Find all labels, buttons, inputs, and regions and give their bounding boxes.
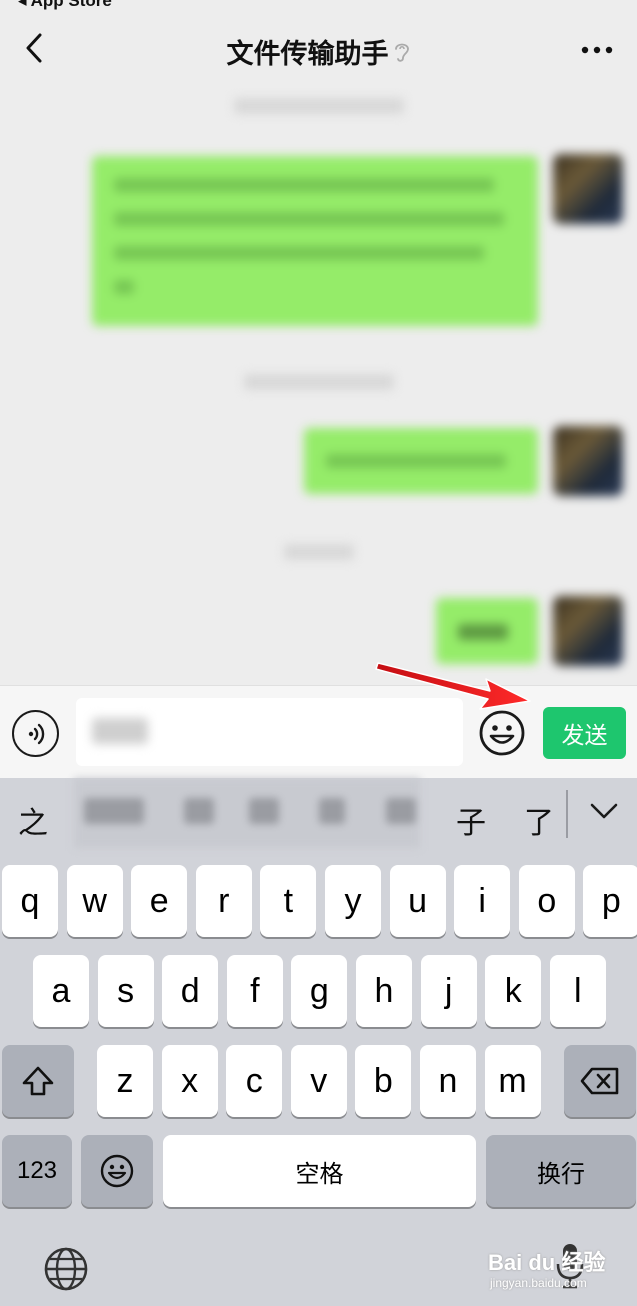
key-c[interactable]: c	[226, 1045, 283, 1117]
candidate-word[interactable]: 之	[18, 798, 48, 842]
ellipsis-icon	[581, 46, 613, 54]
emoji-icon	[100, 1154, 134, 1188]
key-i[interactable]: i	[454, 865, 511, 937]
message-bubble[interactable]	[92, 156, 538, 326]
key-q[interactable]: q	[2, 865, 58, 937]
navigation-bar: 文件传输助手	[0, 10, 637, 88]
timestamp	[0, 374, 637, 393]
key-j[interactable]: j	[420, 955, 477, 1027]
key-r[interactable]: r	[195, 865, 252, 937]
candidate-bar: 之 子 了	[0, 778, 637, 848]
key-x[interactable]: x	[161, 1045, 218, 1117]
key-o[interactable]: o	[518, 865, 575, 937]
blurred-messages	[0, 88, 637, 685]
ear-icon	[393, 40, 411, 71]
voice-button[interactable]	[12, 710, 59, 757]
key-e[interactable]: e	[131, 865, 188, 937]
key-w[interactable]: w	[66, 865, 123, 937]
more-button[interactable]	[579, 30, 615, 70]
emoji-button[interactable]	[478, 709, 526, 757]
key-h[interactable]: h	[356, 955, 412, 1027]
key-f[interactable]: f	[226, 955, 283, 1027]
watermark-url: jingyan.baidu.com	[490, 1276, 587, 1290]
back-to-app-store-link[interactable]: ◂ App Store	[18, 0, 112, 10]
key-n[interactable]: n	[420, 1045, 476, 1117]
key-z[interactable]: z	[97, 1045, 153, 1117]
page-title: 文件传输助手	[0, 32, 637, 71]
key-p[interactable]: p	[583, 865, 637, 937]
shift-key[interactable]	[2, 1045, 74, 1117]
key-d[interactable]: d	[162, 955, 219, 1027]
watermark-logo: Bai du 经验	[488, 1250, 606, 1275]
input-toolbar: 发送	[0, 685, 637, 778]
key-g[interactable]: g	[291, 955, 348, 1027]
key-k[interactable]: k	[485, 955, 542, 1027]
key-l[interactable]: l	[549, 955, 606, 1027]
chevron-down-icon[interactable]	[586, 796, 622, 826]
key-m[interactable]: m	[484, 1045, 541, 1117]
key-y[interactable]: y	[325, 865, 381, 937]
timestamp	[0, 544, 637, 563]
numbers-key[interactable]: 123	[2, 1135, 72, 1207]
key-t[interactable]: t	[260, 865, 317, 937]
shift-icon	[22, 1066, 54, 1096]
delete-key[interactable]	[564, 1045, 636, 1117]
space-key[interactable]: 空格	[163, 1135, 476, 1207]
blurred-candidates	[74, 778, 420, 848]
emoji-key[interactable]	[81, 1135, 153, 1207]
voice-icon	[28, 723, 44, 744]
avatar[interactable]	[553, 154, 623, 224]
message-bubble[interactable]	[304, 428, 538, 494]
chat-area[interactable]	[0, 88, 637, 685]
key-u[interactable]: u	[389, 865, 446, 937]
key-s[interactable]: s	[97, 955, 154, 1027]
send-button[interactable]: 发送	[543, 707, 626, 759]
avatar[interactable]	[553, 596, 623, 666]
globe-icon[interactable]	[43, 1246, 89, 1292]
status-bar: ◂ App Store	[0, 0, 637, 10]
return-key[interactable]: 换行	[486, 1135, 636, 1207]
chat-title: 文件传输助手	[226, 39, 389, 69]
key-b[interactable]: b	[355, 1045, 412, 1117]
candidate-word[interactable]: 子	[456, 798, 486, 842]
avatar[interactable]	[553, 426, 623, 496]
key-v[interactable]: v	[290, 1045, 347, 1117]
delete-icon	[580, 1067, 619, 1095]
key-a[interactable]: a	[33, 955, 89, 1027]
red-arrow-annotation	[375, 662, 531, 710]
candidate-word[interactable]: 了	[524, 798, 554, 842]
blurred-input-content	[92, 718, 148, 744]
divider	[566, 790, 568, 838]
emoji-icon	[479, 710, 525, 756]
timestamp	[0, 98, 637, 117]
